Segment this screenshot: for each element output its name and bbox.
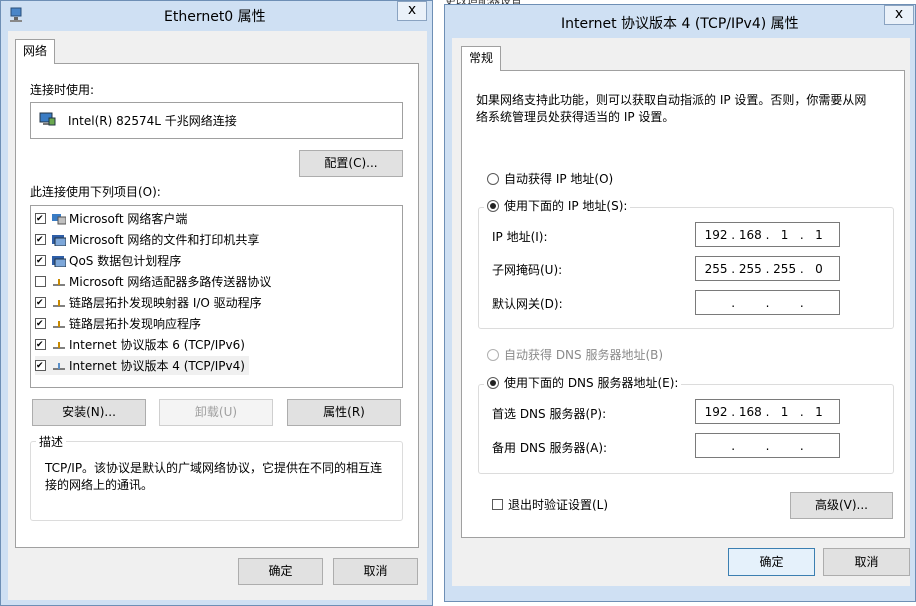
list-item[interactable]: Microsoft 网络适配器多路传送器协议 [35, 272, 271, 291]
window-title: Internet 协议版本 4 (TCP/IPv4) 属性 [561, 16, 799, 32]
list-item-label: Microsoft 网络适配器多路传送器协议 [69, 275, 272, 289]
checkbox[interactable] [35, 297, 46, 308]
auto-dns-option[interactable]: 自动获得 DNS 服务器地址(B) [487, 346, 663, 363]
list-item-label: Internet 协议版本 6 (TCP/IPv6) [69, 338, 245, 352]
list-item-label: Microsoft 网络客户端 [69, 212, 188, 226]
auto-dns-label: 自动获得 DNS 服务器地址(B) [504, 348, 664, 362]
manual-dns-option[interactable]: 使用下面的 DNS 服务器地址(E): [484, 374, 682, 391]
list-item[interactable]: Internet 协议版本 6 (TCP/IPv6) [35, 335, 245, 354]
radio-button[interactable] [487, 348, 499, 361]
install-button[interactable]: 安装(N)... [32, 399, 146, 426]
preferred-dns-label: 首选 DNS 服务器(P): [492, 407, 607, 421]
checkbox[interactable] [35, 276, 46, 287]
qos-icon [52, 255, 67, 267]
close-button[interactable]: x [397, 1, 427, 21]
preferred-dns-field[interactable]: 192. 168. 1. 1 [695, 399, 840, 424]
properties-button[interactable]: 属性(R) [287, 399, 401, 426]
items-label: 此连接使用下列项目(O): [30, 185, 161, 199]
ok-button[interactable]: 确定 [238, 558, 323, 585]
checkbox[interactable] [492, 499, 503, 510]
protocol-icon [52, 276, 66, 288]
configure-button[interactable]: 配置(C)... [299, 150, 403, 177]
network-icon [9, 7, 23, 26]
list-item-label: Microsoft 网络的文件和打印机共享 [69, 233, 260, 247]
list-item[interactable]: 链路层拓扑发现响应程序 [35, 314, 201, 333]
connect-using-label: 连接时使用: [30, 83, 95, 97]
description-text-line2: 接的网络上的通讯。 [45, 478, 154, 492]
tab-page: 如果网络支持此功能，则可以获取自动指派的 IP 设置。否则，你需要从网 络系统管… [461, 70, 905, 538]
protocol-icon [52, 297, 66, 309]
ip-address-label: IP 地址(I): [492, 230, 548, 244]
manual-dns-label: 使用下面的 DNS 服务器地址(E): [504, 376, 679, 390]
list-item[interactable]: QoS 数据包计划程序 [35, 251, 181, 270]
protocol-icon [52, 339, 66, 351]
checkbox[interactable] [35, 318, 46, 329]
dialog-body: 常规 如果网络支持此功能，则可以获取自动指派的 IP 设置。否则，你需要从网 络… [452, 38, 910, 586]
dialog-body: 网络 连接时使用: Intel(R) 82574L 千兆网络连接 配置(C)..… [8, 31, 427, 600]
auto-ip-option[interactable]: 自动获得 IP 地址(O) [487, 170, 613, 187]
advanced-button[interactable]: 高级(V)... [790, 492, 893, 519]
ip-address-field[interactable]: 192. 168. 1. 1 [695, 222, 840, 247]
validate-label: 退出时验证设置(L) [508, 498, 609, 512]
cancel-button[interactable]: 取消 [823, 548, 910, 576]
alternate-dns-field[interactable]: . . . [695, 433, 840, 458]
protocol-icon [52, 360, 66, 372]
uninstall-button[interactable]: 卸载(U) [159, 399, 273, 426]
subnet-mask-label: 子网掩码(U): [492, 263, 563, 277]
checkbox[interactable] [35, 213, 46, 224]
list-item[interactable]: Microsoft 网络的文件和打印机共享 [35, 230, 259, 249]
adapter-name: Intel(R) 82574L 千兆网络连接 [68, 114, 237, 128]
gateway-label: 默认网关(D): [492, 297, 563, 311]
tab-network[interactable]: 网络 [15, 39, 56, 64]
subnet-mask-field[interactable]: 255. 255. 255. 0 [695, 256, 840, 281]
gateway-field[interactable]: . . . [695, 290, 840, 315]
checkbox[interactable] [35, 255, 46, 266]
validate-option[interactable]: 退出时验证设置(L) [492, 496, 608, 513]
manual-ip-option[interactable]: 使用下面的 IP 地址(S): [484, 197, 631, 214]
description-text-line1: TCP/IP。该协议是默认的广域网络协议，它提供在不同的相互连 [45, 461, 383, 475]
list-item[interactable]: 链路层拓扑发现映射器 I/O 驱动程序 [35, 293, 262, 312]
description-legend: 描述 [36, 433, 67, 450]
client-icon [52, 213, 67, 225]
list-item-label: 链路层拓扑发现响应程序 [69, 317, 202, 331]
title-bar[interactable]: Internet 协议版本 4 (TCP/IPv4) 属性 x [445, 5, 915, 35]
window-title: Ethernet0 属性 [164, 9, 266, 25]
list-item-selected[interactable]: Internet 协议版本 4 (TCP/IPv4) [35, 356, 249, 375]
auto-ip-label: 自动获得 IP 地址(O) [504, 172, 614, 186]
dns-group [478, 384, 894, 474]
cancel-button[interactable]: 取消 [333, 558, 418, 585]
intro-line1: 如果网络支持此功能，则可以获取自动指派的 IP 设置。否则，你需要从网 [476, 93, 867, 107]
ethernet-properties-window: Ethernet0 属性 x 网络 连接时使用: Intel(R) 82574L… [0, 0, 433, 606]
share-icon [52, 234, 67, 246]
checkbox[interactable] [35, 339, 46, 350]
close-button[interactable]: x [884, 5, 914, 25]
adapter-icon [39, 111, 57, 130]
alternate-dns-label: 备用 DNS 服务器(A): [492, 441, 608, 455]
list-item-label: 链路层拓扑发现映射器 I/O 驱动程序 [69, 296, 262, 310]
title-bar[interactable]: Ethernet0 属性 x [1, 1, 432, 31]
intro-line2: 络系统管理员处获得适当的 IP 设置。 [476, 110, 675, 124]
list-item[interactable]: Microsoft 网络客户端 [35, 209, 187, 228]
list-item-label: QoS 数据包计划程序 [69, 254, 182, 268]
protocol-icon [52, 318, 66, 330]
tab-page: 连接时使用: Intel(R) 82574L 千兆网络连接 配置(C)... 此… [15, 63, 419, 548]
ok-button[interactable]: 确定 [728, 548, 815, 576]
radio-button[interactable] [487, 172, 499, 185]
ipv4-properties-window: Internet 协议版本 4 (TCP/IPv4) 属性 x 常规 如果网络支… [444, 4, 916, 602]
checkbox[interactable] [35, 234, 46, 245]
list-item-label: Internet 协议版本 4 (TCP/IPv4) [69, 359, 245, 373]
checkbox[interactable] [35, 360, 46, 371]
tab-general[interactable]: 常规 [461, 46, 502, 71]
components-list[interactable]: Microsoft 网络客户端 Microsoft 网络的文件和打印机共享 Qo… [30, 205, 403, 388]
radio-button[interactable] [487, 376, 499, 389]
adapter-box: Intel(R) 82574L 千兆网络连接 [30, 102, 403, 139]
manual-ip-label: 使用下面的 IP 地址(S): [504, 199, 628, 213]
radio-button[interactable] [487, 199, 499, 212]
